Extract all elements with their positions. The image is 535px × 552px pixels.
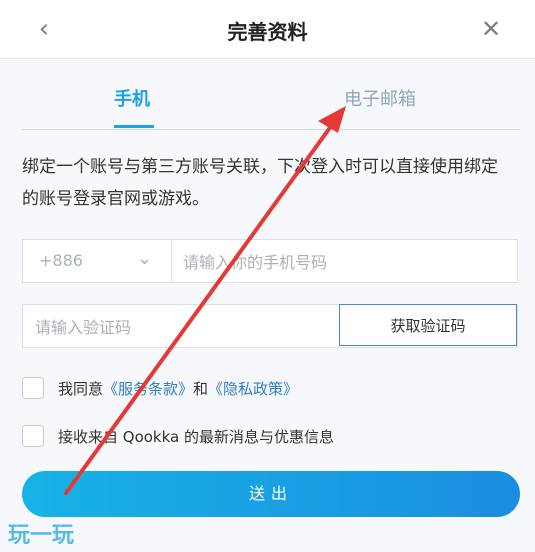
terms-of-service-link[interactable]: 《服务条款》 (103, 380, 193, 398)
verification-code-input[interactable] (33, 313, 327, 341)
newsletter-checkbox[interactable] (22, 425, 44, 447)
terms-agreement-row: 我同意《服务条款》和《隐私政策》 (22, 376, 298, 400)
description-text: 绑定一个账号与第三方账号关联，下次登入时可以直接使用绑定的账号登录官网或游戏。 (22, 157, 498, 209)
newsletter-row: 接收来自 Qookka 的最新消息与优惠信息 (22, 424, 334, 448)
terms-and: 和 (193, 379, 209, 398)
chevron-down-icon: ⌄ (137, 248, 153, 269)
newsletter-text: 接收来自 Qookka 的最新消息与优惠信息 (58, 427, 335, 446)
get-code-button[interactable]: 获取验证码 (339, 304, 517, 346)
close-icon[interactable]: ✕ (477, 15, 505, 43)
phone-input[interactable] (181, 248, 505, 276)
page-title: 完善资料 (227, 20, 308, 44)
watermark-logo: 玩一玩 (8, 523, 75, 548)
terms-prefix: 我同意 (58, 379, 104, 398)
tab-phone[interactable]: 手机 (114, 85, 150, 111)
country-code-select[interactable]: +886 ⌄ (23, 240, 172, 282)
tab-email[interactable]: 电子邮箱 (344, 85, 416, 111)
submit-button[interactable]: 送出 (22, 471, 520, 517)
terms-checkbox[interactable] (22, 377, 44, 399)
active-tab-indicator (114, 125, 154, 128)
header-bar: ‹ 完善资料 ✕ (0, 0, 535, 59)
country-code-value: +886 (39, 251, 83, 270)
terms-text: 我同意《服务条款》和《隐私政策》 (58, 378, 298, 399)
form-card: 手机 电子邮箱 绑定一个账号与第三方账号关联，下次登入时可以直接使用绑定的账号登… (0, 59, 535, 552)
privacy-policy-link[interactable]: 《隐私政策》 (208, 380, 298, 398)
phone-field-group: +886 ⌄ (22, 239, 518, 283)
verification-field-group: 获取验证码 (22, 304, 518, 348)
tab-bar: 手机 电子邮箱 (22, 59, 520, 130)
